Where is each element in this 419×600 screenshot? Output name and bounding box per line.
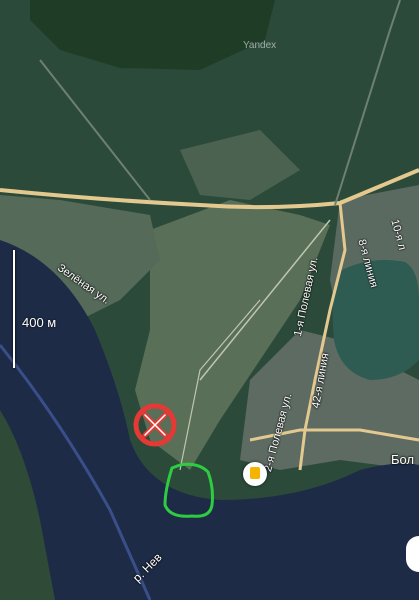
poi-pin[interactable]: [243, 462, 267, 486]
map-control-button[interactable]: [406, 536, 419, 572]
scale-bar: [13, 250, 15, 368]
map-canvas: [0, 0, 419, 600]
scale-label: 400 м: [22, 315, 57, 330]
bookmark-icon: [250, 467, 260, 479]
satellite-map[interactable]: Yandex Зелёная ул. 1-я Полевая ул. 2-я П…: [0, 0, 419, 600]
map-watermark: Yandex: [243, 40, 277, 51]
place-label: Бол: [391, 452, 415, 467]
